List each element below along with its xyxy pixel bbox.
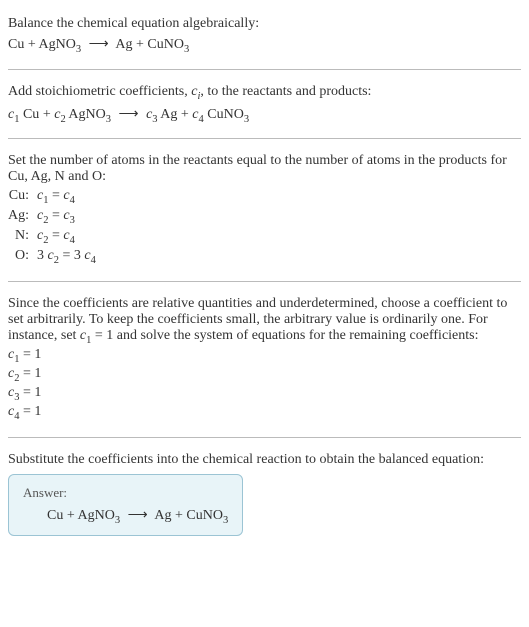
divider [8, 69, 521, 70]
step3-title: Set the number of atoms in the reactants… [8, 153, 521, 185]
product-ag: Ag [115, 37, 132, 52]
step1-title: Balance the chemical equation algebraica… [8, 16, 521, 32]
step5-title: Substitute the coefficients into the che… [8, 452, 521, 468]
element-label: N: [8, 227, 37, 247]
product-ag: Ag [154, 508, 171, 523]
table-row: O: 3 c2 = 3 c4 [8, 247, 102, 267]
reactant-cu: Cu [8, 37, 24, 52]
atom-equation: c1 = c4 [37, 187, 102, 207]
atom-equation: c2 = c4 [37, 227, 102, 247]
reaction-arrow: ⟶ [124, 508, 152, 523]
atom-equation: 3 c2 = 3 c4 [37, 247, 102, 267]
coeff-line: c3 = 1 [8, 385, 521, 403]
element-label: O: [8, 247, 37, 267]
element-label: Ag: [8, 207, 37, 227]
step4-title: Since the coefficients are relative quan… [8, 296, 521, 346]
coeff-line: c1 = 1 [8, 347, 521, 365]
divider [8, 281, 521, 282]
step-substitute: Substitute the coefficients into the che… [8, 444, 521, 545]
product-cuno3: CuNO3 [147, 37, 189, 52]
step-atom-balance: Set the number of atoms in the reactants… [8, 145, 521, 274]
answer-equation: Cu + AgNO3 ⟶ Ag + CuNO3 [23, 507, 228, 526]
table-row: N: c2 = c4 [8, 227, 102, 247]
step-balance: Balance the chemical equation algebraica… [8, 8, 521, 63]
answer-label: Answer: [23, 485, 228, 501]
answer-box: Answer: Cu + AgNO3 ⟶ Ag + CuNO3 [8, 474, 243, 537]
step2-equation: c1 Cu + c2 AgNO3 ⟶ c3 Ag + c4 CuNO3 [8, 106, 521, 125]
atom-equation: c2 = c3 [37, 207, 102, 227]
step1-equation: Cu + AgNO3 ⟶ Ag + CuNO3 [8, 36, 521, 55]
atom-equations-table: Cu: c1 = c4 Ag: c2 = c3 N: c2 = c4 O: 3 … [8, 187, 102, 266]
coefficient-solutions: c1 = 1 c2 = 1 c3 = 1 c4 = 1 [8, 347, 521, 421]
divider [8, 437, 521, 438]
product-cuno3: CuNO3 [186, 508, 228, 523]
element-label: Cu: [8, 187, 37, 207]
reactant-cu: Cu [47, 508, 63, 523]
table-row: Ag: c2 = c3 [8, 207, 102, 227]
coeff-line: c2 = 1 [8, 366, 521, 384]
divider [8, 138, 521, 139]
reactant-agno3: AgNO3 [77, 508, 120, 523]
step-solve: Since the coefficients are relative quan… [8, 288, 521, 431]
reaction-arrow: ⟶ [115, 107, 143, 122]
reactant-agno3: AgNO3 [38, 37, 81, 52]
step-coefficients: Add stoichiometric coefficients, ci, to … [8, 76, 521, 133]
coeff-line: c4 = 1 [8, 404, 521, 422]
step2-title: Add stoichiometric coefficients, ci, to … [8, 84, 521, 102]
reaction-arrow: ⟶ [85, 37, 113, 52]
table-row: Cu: c1 = c4 [8, 187, 102, 207]
